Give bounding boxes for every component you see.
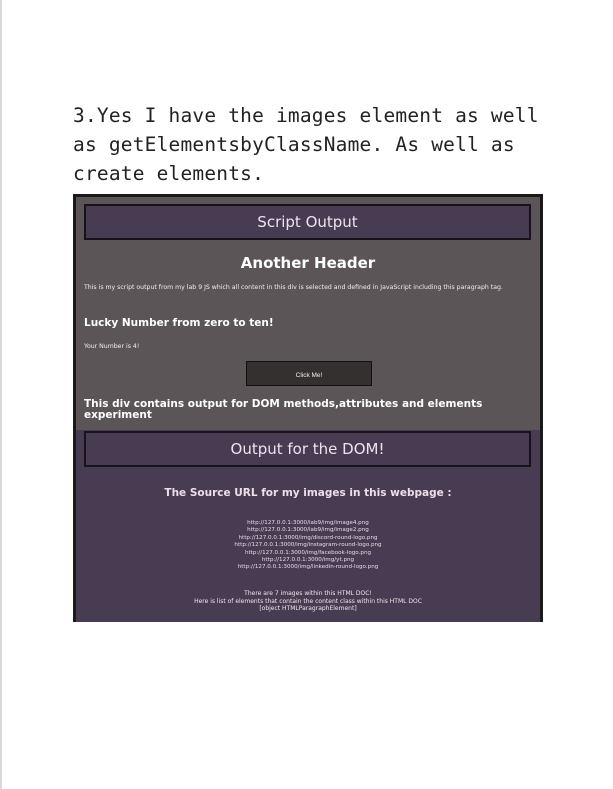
image-url: http://127.0.0.1:3000/img/discord-round-…: [238, 534, 378, 541]
image-count-text: There are 7 images within this HTML DOC!: [244, 590, 372, 597]
lucky-number-heading: Lucky Number from zero to ten!: [84, 317, 274, 329]
image-url: http://127.0.0.1:3000/lab9/img/image2.pn…: [247, 527, 369, 534]
image-url: http://127.0.0.1:3000/img/yt.png: [261, 557, 355, 564]
image-url: http://127.0.0.1:3000/img/linkedin-round…: [237, 564, 379, 571]
another-header: Another Header: [240, 254, 376, 272]
script-output-title: Script Output: [84, 204, 531, 240]
click-me-button[interactable]: Click Me!: [246, 361, 372, 386]
image-url-list: http://127.0.0.1:3000/lab9/img/image4.pn…: [76, 520, 540, 572]
dom-summary: There are 7 images within this HTML DOC!…: [76, 590, 540, 613]
image-url: http://127.0.0.1:3000/lab9/img/image4.pn…: [247, 520, 369, 526]
dom-output-title: Output for the DOM!: [84, 431, 531, 467]
embedded-script-output-screenshot: Script Output Another Header This is my …: [73, 194, 543, 622]
image-url: http://127.0.0.1:3000/img/facebook-logo.…: [244, 549, 372, 556]
page-left-border: [0, 0, 2, 789]
your-number-text: Your Number is 4!: [84, 343, 140, 350]
note-text: 3.Yes I have the images element as well …: [73, 104, 539, 185]
script-output-section: Script Output Another Header This is my …: [76, 197, 540, 430]
element-text: [object HTMLParagraphElement]: [259, 605, 357, 612]
intro-paragraph: This is my script output from my lab 9 J…: [84, 284, 503, 291]
dom-div-text: This div contains output for DOM methods…: [84, 398, 483, 421]
content-class-text: Here is list of elements that contain th…: [194, 597, 422, 605]
dom-output-section: Output for the DOM! The Source URL for m…: [76, 430, 540, 622]
source-url-title: The Source URL for my images in this web…: [164, 487, 452, 499]
image-url: http://127.0.0.1:3000/img/instagram-roun…: [234, 542, 382, 549]
